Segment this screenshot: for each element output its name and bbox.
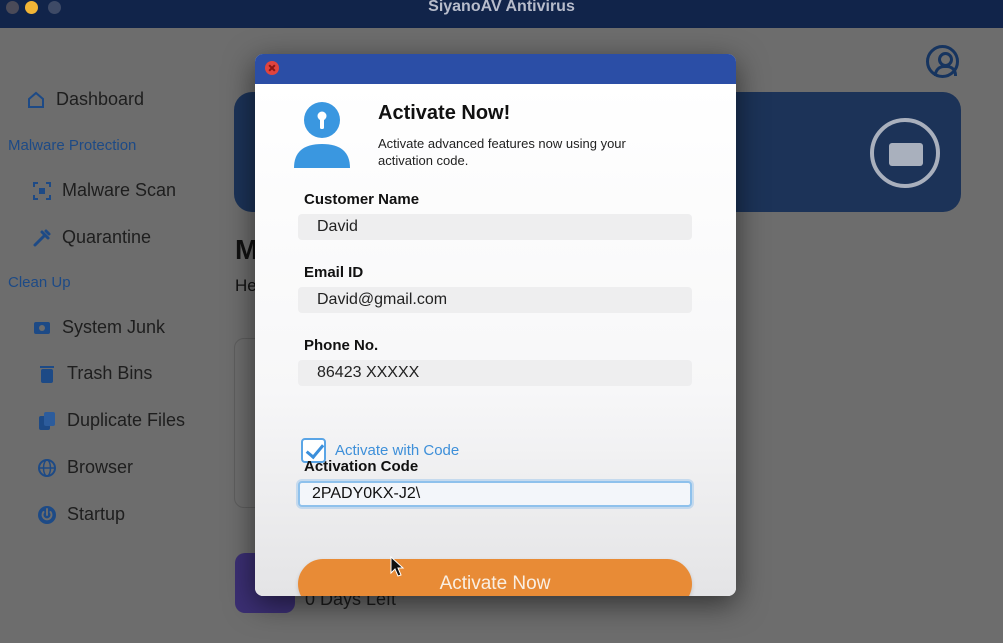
sidebar-item-system-junk[interactable]: System Junk	[32, 317, 165, 338]
sidebar-item-duplicate-files[interactable]: Duplicate Files	[37, 410, 185, 431]
dialog-close-button[interactable]	[265, 61, 279, 75]
user-key-icon	[294, 102, 350, 168]
dialog-title: Activate Now!	[378, 102, 511, 124]
scan-icon	[33, 181, 51, 200]
power-icon	[38, 505, 56, 524]
dashboard-subheading: He	[235, 276, 257, 295]
sidebar-item-label: System Junk	[62, 317, 166, 337]
sidebar-item-label: Trash Bins	[67, 363, 153, 383]
sidebar-item-label: Malware Scan	[62, 180, 177, 200]
sidebar-item-malware-scan[interactable]: Malware Scan	[32, 180, 176, 201]
activate-with-code-label[interactable]: Activate with Code	[335, 442, 459, 459]
dialog-header	[255, 54, 736, 84]
profile-icon[interactable]	[926, 45, 959, 78]
dialog-body: Activate Now! Activate advanced features…	[255, 84, 736, 596]
window-title: SiyanoAV Antivirus	[428, 0, 575, 15]
email-input[interactable]	[298, 287, 692, 313]
sidebar-item-label: Browser	[67, 457, 134, 477]
sidebar-item-dashboard[interactable]: Dashboard	[26, 89, 144, 110]
home-icon	[28, 91, 44, 108]
customer-name-label: Customer Name	[304, 191, 420, 208]
activation-code-label: Activation Code	[304, 458, 419, 475]
sidebar-item-quarantine[interactable]: Quarantine	[32, 227, 151, 248]
globe-icon	[38, 458, 56, 477]
window-titlebar: SiyanoAV Antivirus	[0, 0, 1003, 28]
phone-input[interactable]	[298, 360, 692, 386]
activation-code-input[interactable]	[298, 481, 692, 507]
sidebar-section-clean-up: Clean Up	[8, 274, 71, 291]
email-label: Email ID	[304, 264, 364, 281]
mail-icon[interactable]	[870, 118, 940, 188]
trash-icon	[40, 365, 54, 383]
sidebar-item-label: Startup	[67, 504, 126, 524]
sidebar-section-malware-protection: Malware Protection	[8, 137, 137, 154]
mouse-cursor-icon	[390, 556, 405, 577]
sidebar-item-startup[interactable]: Startup	[37, 504, 125, 525]
syringe-icon	[33, 229, 51, 246]
sidebar-item-label: Quarantine	[62, 227, 152, 247]
files-icon	[39, 411, 55, 430]
junk-icon	[34, 321, 50, 334]
phone-label: Phone No.	[304, 337, 379, 354]
activate-dialog: Activate Now! Activate advanced features…	[255, 54, 736, 596]
sidebar-item-label: Duplicate Files	[67, 410, 186, 430]
customer-name-input[interactable]	[298, 214, 692, 240]
sidebar-item-trash-bins[interactable]: Trash Bins	[37, 363, 152, 384]
sidebar-item-browser[interactable]: Browser	[37, 457, 133, 478]
dialog-description: Activate advanced features now using you…	[378, 136, 626, 168]
sidebar-item-label: Dashboard	[56, 89, 145, 109]
activate-now-button[interactable]: Activate Now	[298, 559, 692, 596]
